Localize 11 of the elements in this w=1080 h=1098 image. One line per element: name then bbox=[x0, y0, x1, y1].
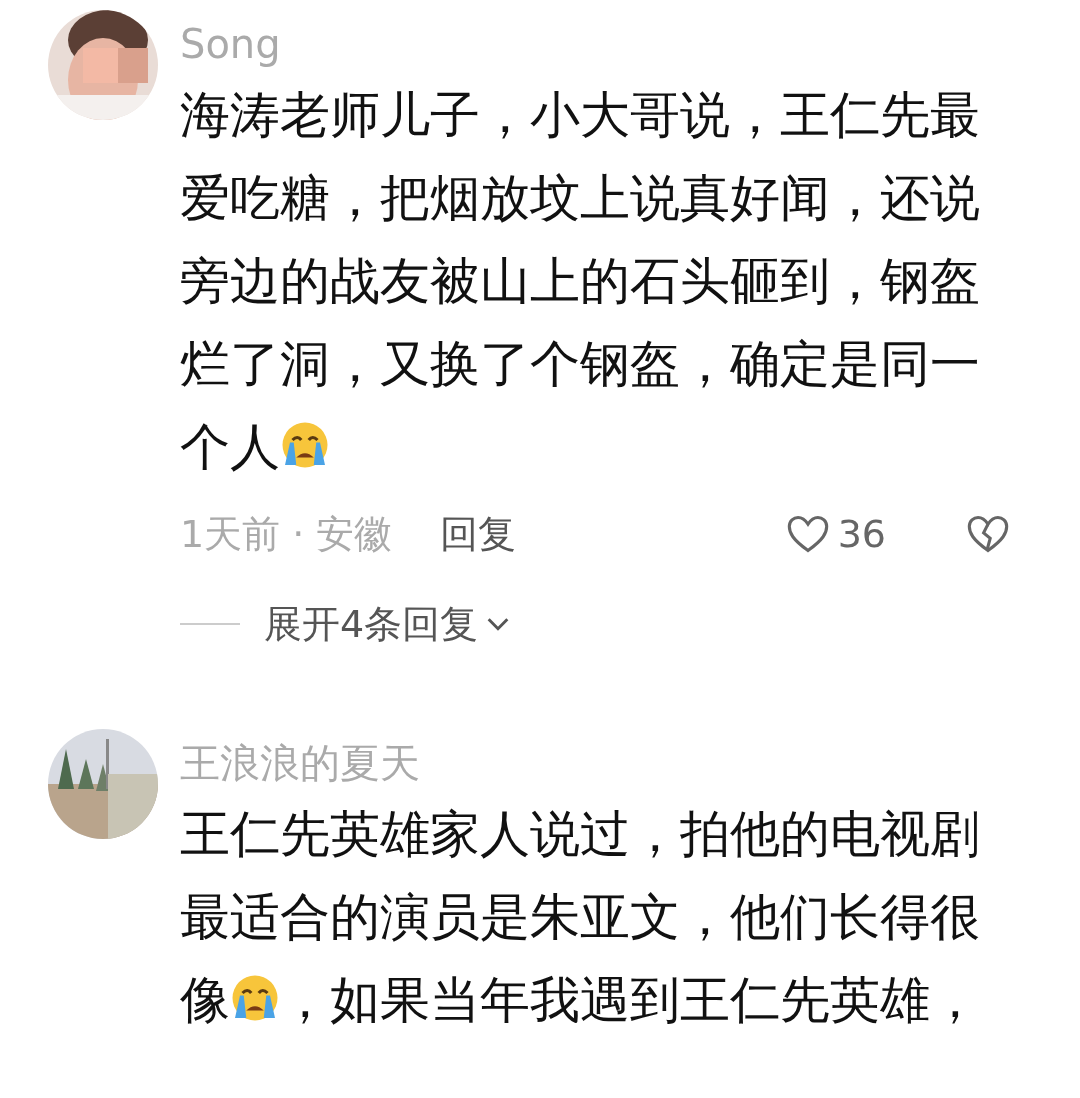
broken-heart-icon[interactable] bbox=[966, 514, 1010, 554]
heart-icon[interactable] bbox=[785, 514, 830, 554]
comment-text: 王仁先英雄家人说过，拍他的电视剧最适合的演员是朱亚文，他们长得很像 ，如果当年我遇到王仁先英雄， bbox=[180, 804, 981, 1031]
crying-emoji-icon bbox=[280, 420, 330, 470]
reply-button[interactable]: 回复 bbox=[440, 508, 517, 560]
comment-text: 海涛老师儿子，小大哥说，王仁先最爱吃糖，把烟放坟上说真好闻，还说旁边的战友被山上的石头砸到，钢盔烂了洞，又换了个钢盔，确定是同一个人 bbox=[180, 85, 981, 478]
comment-meta: 1天前 · 安徽 bbox=[180, 510, 393, 558]
crying-emoji-icon bbox=[230, 973, 280, 1023]
like-count: 36 bbox=[837, 512, 886, 556]
chevron-down-icon bbox=[486, 617, 511, 631]
expand-replies-button[interactable]: 展开4条回复 bbox=[264, 598, 511, 650]
